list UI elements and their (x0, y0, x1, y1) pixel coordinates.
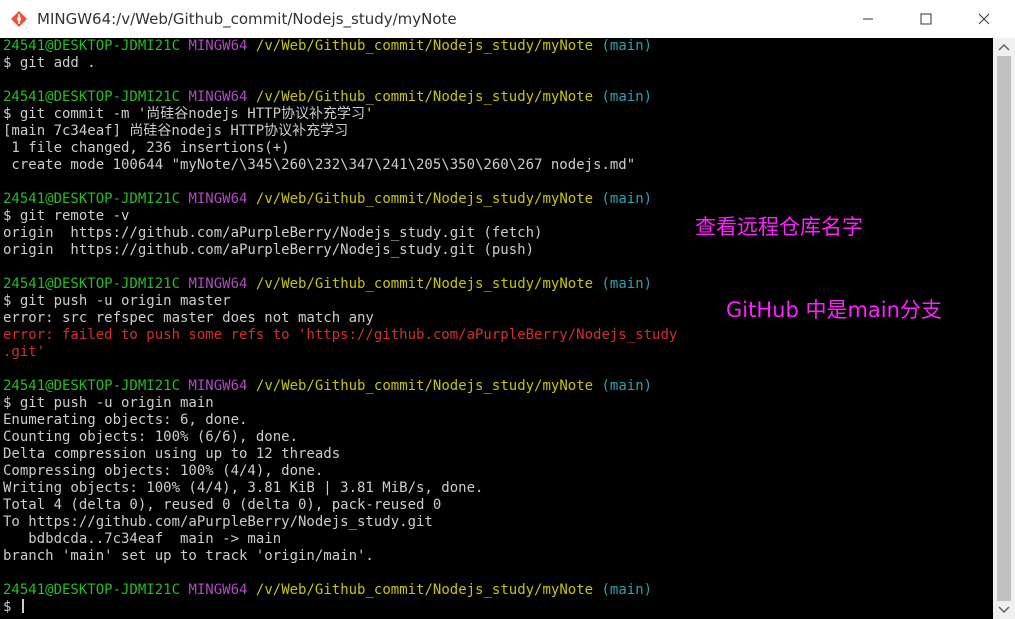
output-line: origin https://github.com/aPurpleBerry/N… (3, 242, 535, 258)
prompt-line: 24541@DESKTOP-JDMI21C MINGW64 /v/Web/Git… (3, 582, 652, 599)
prompt-line: 24541@DESKTOP-JDMI21C MINGW64 /v/Web/Git… (3, 38, 652, 55)
maximize-button[interactable] (897, 0, 955, 38)
terminal-window: MINGW64:/v/Web/Github_commit/Nodejs_stud… (0, 0, 1015, 619)
input-line[interactable]: $ (3, 599, 24, 616)
prompt-line: 24541@DESKTOP-JDMI21C MINGW64 /v/Web/Git… (3, 276, 652, 293)
prompt-path: /v/Web/Github_commit/Nodejs_study/myNote (255, 582, 594, 598)
prompt-branch: (main) (601, 89, 653, 105)
command-line: $ git push -u origin master (3, 293, 231, 309)
output-line: Total 4 (delta 0), reused 0 (delta 0), p… (3, 497, 442, 513)
window-title: MINGW64:/v/Web/Github_commit/Nodejs_stud… (37, 10, 457, 28)
prompt-user: 24541@DESKTOP-JDMI21C (3, 276, 181, 292)
command-line: $ git add . (3, 55, 96, 71)
output-line: error: src refspec master does not match… (3, 310, 374, 326)
minimize-icon (863, 18, 873, 20)
output-line: Counting objects: 100% (6/6), done. (3, 429, 299, 445)
prompt-host: MINGW64 (188, 89, 248, 105)
prompt-path: /v/Web/Github_commit/Nodejs_study/myNote (255, 276, 594, 292)
scroll-up-icon[interactable] (998, 43, 1010, 51)
command-line: $ git remote -v (3, 208, 130, 224)
output-line: bdbdcda..7c34eaf main -> main (3, 531, 282, 547)
git-bash-icon[interactable] (9, 9, 29, 29)
prompt-user: 24541@DESKTOP-JDMI21C (3, 89, 181, 105)
prompt-branch: (main) (601, 38, 653, 54)
prompt-host: MINGW64 (188, 276, 248, 292)
prompt-line: 24541@DESKTOP-JDMI21C MINGW64 /v/Web/Git… (3, 191, 652, 208)
annotation-branch: GitHub 中是main分支 (726, 298, 942, 322)
prompt-host: MINGW64 (188, 191, 248, 207)
prompt-branch: (main) (601, 582, 653, 598)
prompt-symbol: $ (3, 599, 20, 615)
prompt-path: /v/Web/Github_commit/Nodejs_study/myNote (255, 191, 594, 207)
prompt-path: /v/Web/Github_commit/Nodejs_study/myNote (255, 89, 594, 105)
error-line: .git' (3, 344, 46, 360)
output-line: Writing objects: 100% (4/4), 3.81 KiB | … (3, 480, 484, 496)
close-button[interactable] (955, 0, 1013, 38)
prompt-user: 24541@DESKTOP-JDMI21C (3, 191, 181, 207)
minimize-button[interactable] (839, 0, 897, 38)
output-line: 1 file changed, 236 insertions(+) (3, 140, 290, 156)
output-line: branch 'main' set up to track 'origin/ma… (3, 548, 374, 564)
prompt-path: /v/Web/Github_commit/Nodejs_study/myNote (255, 38, 594, 54)
prompt-path: /v/Web/Github_commit/Nodejs_study/myNote (255, 378, 594, 394)
prompt-branch: (main) (601, 378, 653, 394)
maximize-icon (920, 13, 932, 25)
prompt-line: 24541@DESKTOP-JDMI21C MINGW64 /v/Web/Git… (3, 378, 652, 395)
scroll-down-icon[interactable] (998, 606, 1010, 614)
output-line: To https://github.com/aPurpleBerry/Nodej… (3, 514, 433, 530)
output-line: Delta compression using up to 12 threads (3, 446, 341, 462)
close-icon (978, 13, 990, 25)
prompt-host: MINGW64 (188, 378, 248, 394)
output-line: create mode 100644 "myNote/\345\260\232\… (3, 157, 636, 173)
prompt-line: 24541@DESKTOP-JDMI21C MINGW64 /v/Web/Git… (3, 89, 652, 106)
output-line: origin https://github.com/aPurpleBerry/N… (3, 225, 543, 241)
output-line: Compressing objects: 100% (4/4), done. (3, 463, 324, 479)
prompt-user: 24541@DESKTOP-JDMI21C (3, 378, 181, 394)
prompt-user: 24541@DESKTOP-JDMI21C (3, 582, 181, 598)
vertical-scrollbar[interactable] (993, 38, 1015, 619)
prompt-branch: (main) (601, 191, 653, 207)
terminal-output[interactable]: 24541@DESKTOP-JDMI21C MINGW64 /v/Web/Git… (0, 38, 993, 619)
prompt-user: 24541@DESKTOP-JDMI21C (3, 38, 181, 54)
prompt-host: MINGW64 (188, 582, 248, 598)
command-line: $ git commit -m '尚硅谷nodejs HTTP协议补充学习' (3, 106, 374, 122)
command-line: $ git push -u origin main (3, 395, 214, 411)
prompt-host: MINGW64 (188, 38, 248, 54)
output-line: [main 7c34eaf] 尚硅谷nodejs HTTP协议补充学习 (3, 123, 349, 139)
title-bar[interactable]: MINGW64:/v/Web/Github_commit/Nodejs_stud… (0, 0, 1015, 38)
scroll-thumb[interactable] (997, 56, 1011, 601)
annotation-remote: 查看远程仓库名字 (695, 215, 863, 239)
text-cursor (21, 599, 24, 613)
prompt-branch: (main) (601, 276, 653, 292)
error-line: error: failed to push some refs to 'http… (3, 327, 678, 343)
output-line: Enumerating objects: 6, done. (3, 412, 248, 428)
